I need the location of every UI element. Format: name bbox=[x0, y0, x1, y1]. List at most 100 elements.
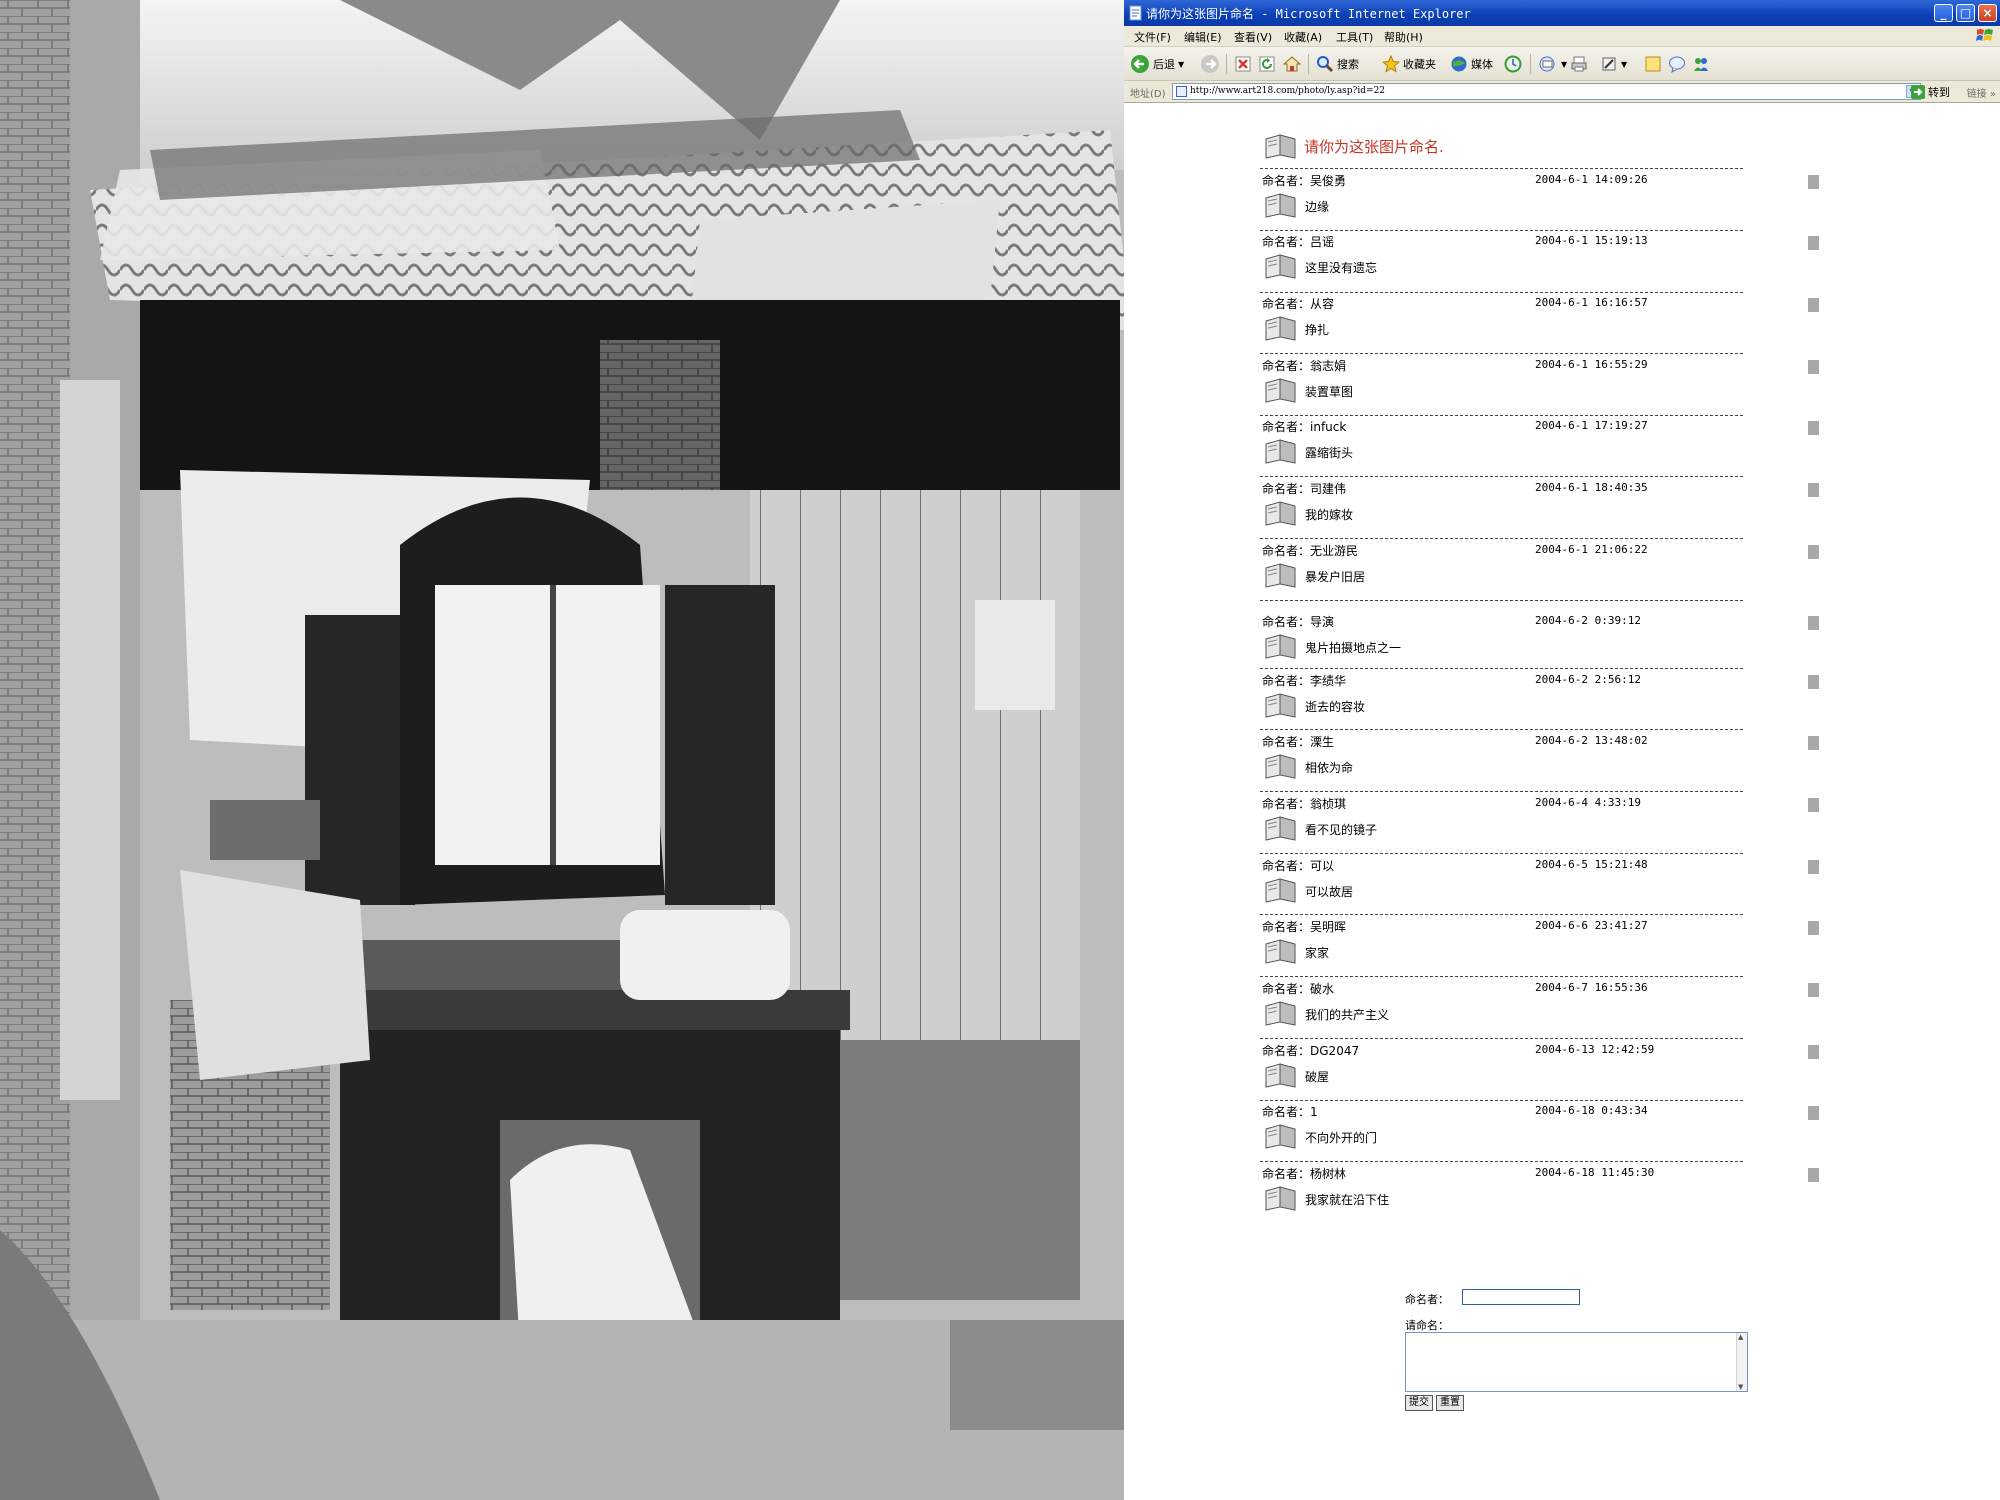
forward-button[interactable] bbox=[1200, 52, 1220, 76]
menu-tools[interactable]: 工具(T) bbox=[1336, 29, 1373, 45]
edit-button[interactable]: ▼ bbox=[1600, 52, 1627, 76]
grey-square-icon[interactable] bbox=[1808, 675, 1819, 689]
grey-square-icon[interactable] bbox=[1808, 298, 1819, 312]
entry-title: 逝去的容妆 bbox=[1305, 700, 1366, 714]
naming-entry: 命名者：翁桢琪 2004-6-4 4:33:19 看不见的镜子 bbox=[1262, 795, 1822, 855]
grey-square-icon[interactable] bbox=[1808, 1106, 1819, 1120]
menu-help[interactable]: 帮助(H) bbox=[1384, 29, 1423, 45]
author-name: 溧生 bbox=[1310, 735, 1335, 749]
edit-dropdown-icon: ▼ bbox=[1621, 59, 1628, 69]
photo-illustration bbox=[0, 0, 1124, 1500]
entry-title: 可以故居 bbox=[1305, 885, 1354, 899]
back-dropdown-icon: ▼ bbox=[1178, 59, 1185, 69]
back-button[interactable]: 后退 ▼ bbox=[1130, 52, 1184, 76]
go-button[interactable]: 转到 bbox=[1911, 83, 1950, 100]
title-bar: 请你为这张图片命名 - Microsoft Internet Explorer … bbox=[1124, 0, 2000, 26]
grey-square-icon[interactable] bbox=[1808, 860, 1819, 874]
naming-entry: 命名者：可以 2004-6-5 15:21:48 可以故居 bbox=[1262, 857, 1822, 917]
stop-button[interactable] bbox=[1234, 52, 1252, 76]
entry-title: 我家就在沿下住 bbox=[1305, 1193, 1390, 1207]
naming-entry: 命名者：溧生 2004-6-2 13:48:02 相依为命 bbox=[1262, 733, 1822, 793]
menu-view[interactable]: 查看(V) bbox=[1234, 29, 1272, 45]
go-label: 转到 bbox=[1928, 85, 1950, 99]
grey-square-icon[interactable] bbox=[1808, 983, 1819, 997]
entry-timestamp: 2004-6-1 16:16:57 bbox=[1535, 296, 1648, 309]
maximize-button[interactable]: □ bbox=[1956, 4, 1975, 22]
grey-square-icon[interactable] bbox=[1808, 545, 1819, 559]
messenger-button[interactable] bbox=[1668, 52, 1686, 76]
grey-square-icon[interactable] bbox=[1808, 798, 1819, 812]
author-prefix: 命名者： bbox=[1262, 235, 1311, 249]
print-button[interactable] bbox=[1570, 52, 1588, 76]
dashed-divider bbox=[1260, 415, 1743, 416]
naming-entry: 命名者：从容 2004-6-1 16:16:57 挣扎 bbox=[1262, 295, 1822, 355]
address-input[interactable]: http://www.art218.com/photo/ly.asp?id=22… bbox=[1172, 83, 1921, 100]
author-name: 吕谣 bbox=[1310, 235, 1335, 249]
entry-author: 命名者：破水 bbox=[1262, 980, 1334, 997]
grey-square-icon[interactable] bbox=[1808, 616, 1819, 630]
entry-author: 命名者：李绩华 bbox=[1262, 672, 1346, 689]
entry-timestamp: 2004-6-1 17:19:27 bbox=[1535, 419, 1648, 432]
entry-timestamp: 2004-6-18 0:43:34 bbox=[1535, 1104, 1648, 1117]
messenger-people-button[interactable] bbox=[1692, 52, 1710, 76]
dashed-divider bbox=[1260, 914, 1743, 915]
entry-author: 命名者：杨树林 bbox=[1262, 1165, 1346, 1182]
grey-square-icon[interactable] bbox=[1808, 1045, 1819, 1059]
entry-author: 命名者：无业游民 bbox=[1262, 542, 1358, 559]
stop-icon bbox=[1235, 56, 1251, 72]
entry-timestamp: 2004-6-1 15:19:13 bbox=[1535, 234, 1648, 247]
entry-author: 命名者：吴明晖 bbox=[1262, 918, 1346, 935]
toolbar-separator bbox=[1226, 54, 1227, 74]
book-icon bbox=[1265, 754, 1296, 779]
grey-square-icon[interactable] bbox=[1808, 360, 1819, 374]
title-textarea[interactable]: ▲ ▼ bbox=[1405, 1332, 1748, 1392]
toolbar-separator bbox=[1530, 54, 1531, 74]
book-icon bbox=[1265, 1001, 1296, 1026]
book-icon bbox=[1265, 693, 1296, 718]
grey-square-icon[interactable] bbox=[1808, 175, 1819, 189]
menu-favorites[interactable]: 收藏(A) bbox=[1284, 29, 1322, 45]
name-input[interactable] bbox=[1462, 1289, 1580, 1305]
refresh-button[interactable] bbox=[1258, 52, 1276, 76]
scroll-down-icon[interactable]: ▼ bbox=[1738, 1383, 1743, 1391]
naming-entry: 命名者：杨树林 2004-6-18 11:45:30 我家就在沿下住 bbox=[1262, 1165, 1822, 1225]
entry-author: 命名者：翁桢琪 bbox=[1262, 795, 1346, 812]
grey-square-icon[interactable] bbox=[1808, 1168, 1819, 1182]
author-prefix: 命名者： bbox=[1262, 297, 1311, 311]
close-button[interactable]: × bbox=[1978, 4, 1997, 22]
mail-button[interactable]: ▼ bbox=[1538, 52, 1567, 76]
edit-icon bbox=[1602, 57, 1616, 71]
favorites-button[interactable]: 收藏夹 bbox=[1382, 52, 1436, 76]
grey-square-icon[interactable] bbox=[1808, 421, 1819, 435]
book-icon bbox=[1265, 563, 1296, 588]
naming-entry: 命名者：司建伟 2004-6-1 18:40:35 我的嫁妆 bbox=[1262, 480, 1822, 540]
minimize-button[interactable]: _ bbox=[1934, 4, 1953, 22]
history-button[interactable] bbox=[1504, 52, 1522, 76]
discuss-button[interactable] bbox=[1644, 52, 1662, 76]
textarea-scrollbar[interactable]: ▲ ▼ bbox=[1736, 1333, 1747, 1391]
menu-file[interactable]: 文件(F) bbox=[1134, 29, 1171, 45]
scroll-up-icon[interactable]: ▲ bbox=[1738, 1333, 1743, 1341]
address-bar: 地址(D) http://www.art218.com/photo/ly.asp… bbox=[1124, 81, 2000, 103]
links-button[interactable]: 链接 » bbox=[1967, 85, 1996, 100]
grey-square-icon[interactable] bbox=[1808, 736, 1819, 750]
grey-square-icon[interactable] bbox=[1808, 236, 1819, 250]
media-button[interactable]: 媒体 bbox=[1450, 52, 1493, 76]
entry-author: 命名者：司建伟 bbox=[1262, 480, 1346, 497]
home-button[interactable] bbox=[1282, 52, 1302, 76]
entry-title: 装置草图 bbox=[1305, 385, 1354, 399]
book-icon bbox=[1265, 1186, 1296, 1211]
naming-entry: 命名者：吕谣 2004-6-1 15:19:13 这里没有遗忘 bbox=[1262, 233, 1822, 293]
reset-button[interactable]: 重置 bbox=[1436, 1395, 1464, 1411]
book-icon bbox=[1265, 501, 1296, 526]
dashed-divider bbox=[1260, 600, 1743, 601]
book-icon bbox=[1265, 316, 1296, 341]
menu-edit[interactable]: 编辑(E) bbox=[1184, 29, 1222, 45]
submit-button[interactable]: 提交 bbox=[1405, 1395, 1433, 1411]
search-icon bbox=[1317, 56, 1334, 73]
grey-square-icon[interactable] bbox=[1808, 921, 1819, 935]
entry-timestamp: 2004-6-2 0:39:12 bbox=[1535, 614, 1641, 627]
entry-title: 露缩街头 bbox=[1305, 446, 1354, 460]
grey-square-icon[interactable] bbox=[1808, 483, 1819, 497]
search-button[interactable]: 搜索 bbox=[1316, 52, 1359, 76]
